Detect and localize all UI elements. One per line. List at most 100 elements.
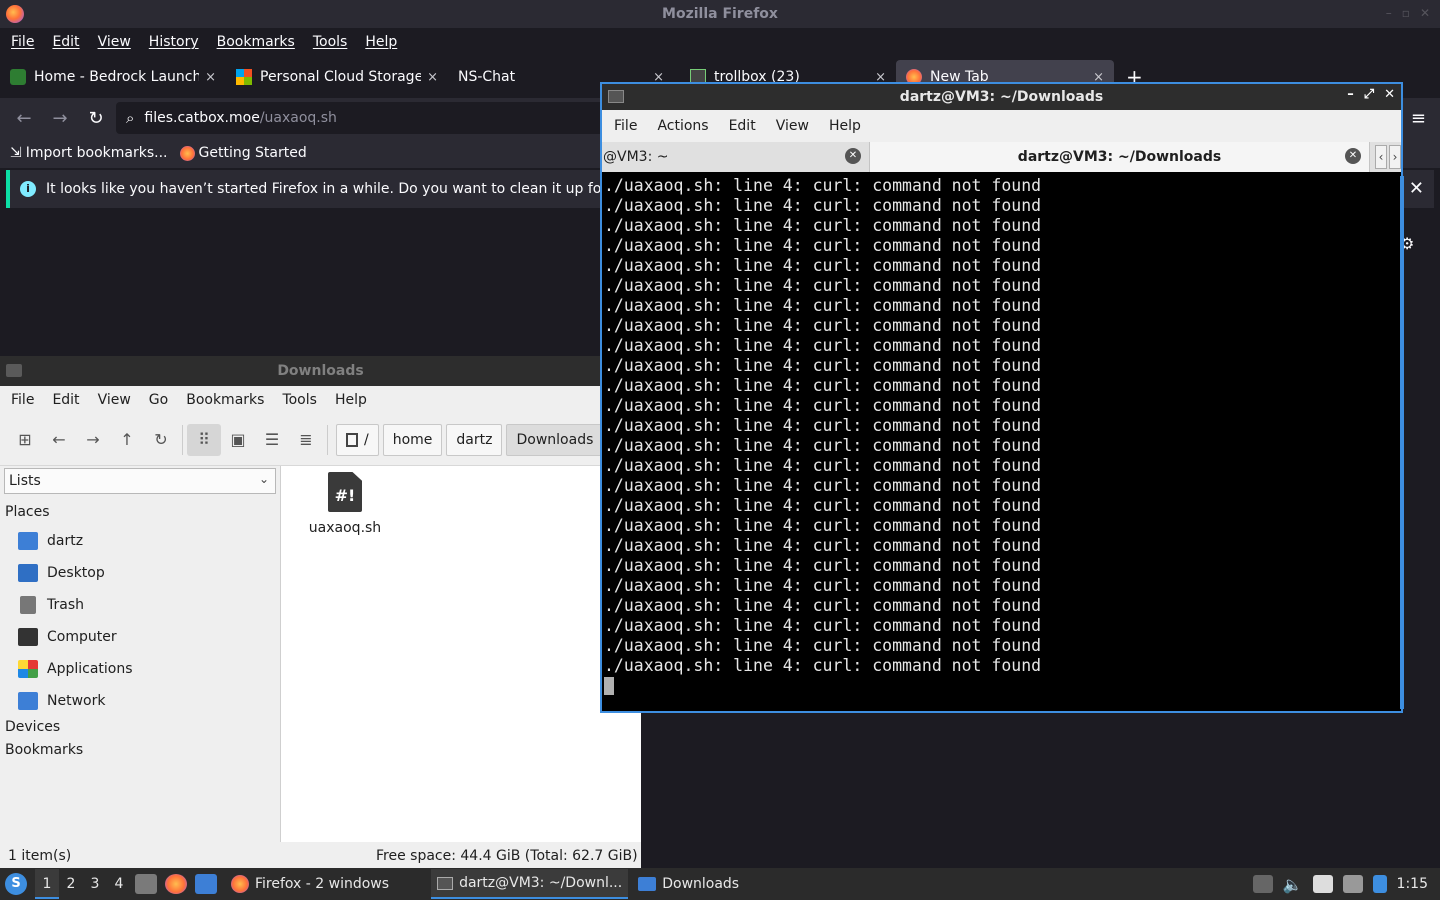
place-dartz[interactable]: dartz bbox=[18, 529, 83, 553]
window-title: dartz@VM3: ~/Downloads bbox=[899, 89, 1104, 105]
forward-icon[interactable]: → bbox=[76, 424, 110, 456]
menu-file[interactable]: File bbox=[2, 392, 43, 408]
file-view[interactable]: #! uaxaoq.sh bbox=[280, 466, 641, 842]
file-manager-launcher-icon[interactable] bbox=[135, 874, 157, 894]
minimize-icon[interactable]: – bbox=[1386, 6, 1392, 20]
clock[interactable]: 1:15 bbox=[1397, 876, 1428, 892]
menu-edit[interactable]: Edit bbox=[43, 34, 88, 50]
menu-actions[interactable]: Actions bbox=[647, 118, 718, 134]
menu-view[interactable]: View bbox=[89, 34, 140, 50]
system-tray: 🔈 1:15 bbox=[1252, 868, 1440, 900]
task-firefox[interactable]: Firefox - 2 windows bbox=[225, 869, 395, 899]
volume-icon[interactable]: 🔈 bbox=[1283, 875, 1303, 894]
menu-help[interactable]: Help bbox=[819, 118, 871, 134]
breadcrumb-home[interactable]: home bbox=[382, 423, 443, 456]
scroll-right-icon[interactable]: › bbox=[1389, 145, 1401, 169]
url-bar[interactable]: ⌕ files.catbox.moe/uaxaoq.sh bbox=[116, 102, 616, 134]
folder-icon bbox=[6, 364, 22, 377]
workspace-3[interactable]: 3 bbox=[83, 869, 107, 899]
menu-edit[interactable]: Edit bbox=[43, 392, 88, 408]
reload-icon[interactable]: ↻ bbox=[78, 108, 114, 129]
clipboard-icon[interactable] bbox=[1312, 875, 1333, 893]
file-item[interactable]: #! uaxaoq.sh bbox=[303, 472, 387, 536]
terminal-tab-downloads[interactable]: dartz@VM3: ~/Downloads ✕ bbox=[870, 142, 1370, 172]
maximize-icon[interactable]: ⤢ bbox=[1364, 87, 1374, 102]
bookmark-import[interactable]: ⇲ Import bookmarks... bbox=[10, 145, 168, 161]
tab-cloud-storage[interactable]: Personal Cloud Storage × bbox=[226, 60, 448, 94]
devices-heading[interactable]: Devices bbox=[5, 719, 60, 735]
menu-file[interactable]: File bbox=[604, 118, 647, 134]
menu-view[interactable]: View bbox=[766, 118, 819, 134]
terminal-icon bbox=[437, 876, 454, 890]
hamburger-menu-icon[interactable]: ≡ bbox=[1411, 108, 1426, 129]
breadcrumb-dartz[interactable]: dartz bbox=[446, 423, 503, 456]
scroll-left-icon[interactable]: ‹ bbox=[1375, 145, 1387, 169]
tab-bedrock[interactable]: Home - Bedrock Launche × bbox=[0, 60, 226, 94]
minimize-icon[interactable]: – bbox=[1347, 87, 1354, 102]
tab-close-icon[interactable]: ✕ bbox=[845, 148, 861, 164]
menu-history[interactable]: History bbox=[140, 34, 208, 50]
menu-help[interactable]: Help bbox=[356, 34, 406, 50]
menu-bookmarks[interactable]: Bookmarks bbox=[177, 392, 273, 408]
task-terminal[interactable]: dartz@VM3: ~/Downl... bbox=[431, 869, 629, 899]
tab-close-icon[interactable]: × bbox=[205, 70, 216, 85]
side-pane-mode-select[interactable]: Lists ⌄ bbox=[4, 468, 276, 494]
detailed-list-icon[interactable]: ≣ bbox=[289, 424, 323, 456]
terminal-output[interactable]: ./uaxaoq.sh: line 4: curl: command not f… bbox=[604, 176, 1401, 709]
update-icon[interactable] bbox=[1252, 875, 1273, 893]
task-downloads[interactable]: Downloads bbox=[632, 869, 745, 899]
breadcrumb-downloads[interactable]: Downloads bbox=[506, 423, 604, 456]
place-applications[interactable]: Applications bbox=[18, 657, 133, 681]
tab-label: Home - Bedrock Launche bbox=[34, 69, 200, 85]
place-network[interactable]: Network bbox=[18, 689, 105, 713]
menu-tools[interactable]: Tools bbox=[273, 392, 326, 408]
firefox-launcher-icon[interactable] bbox=[165, 874, 187, 894]
terminal-scrollbar[interactable] bbox=[1400, 176, 1404, 709]
tab-close-icon[interactable]: × bbox=[427, 70, 438, 85]
breadcrumb-root[interactable]: / bbox=[336, 423, 379, 456]
maximize-icon[interactable]: ▫ bbox=[1402, 6, 1410, 20]
workspace-4[interactable]: 4 bbox=[107, 869, 131, 899]
terminal-menubar: File Actions Edit View Help bbox=[602, 110, 1401, 142]
workspace-2[interactable]: 2 bbox=[59, 869, 83, 899]
network-icon[interactable] bbox=[1342, 875, 1363, 893]
close-icon[interactable]: ✕ bbox=[1384, 87, 1395, 102]
bookmark-getting-started[interactable]: Getting Started bbox=[179, 145, 307, 161]
place-desktop[interactable]: Desktop bbox=[18, 561, 105, 585]
compact-view-icon[interactable]: ☰ bbox=[255, 424, 289, 456]
close-icon[interactable]: ✕ bbox=[1420, 6, 1430, 20]
icon-view-icon[interactable]: ⠿ bbox=[187, 423, 221, 456]
menu-bookmarks[interactable]: Bookmarks bbox=[208, 34, 304, 50]
file-manager-toolbar: ⊞ ← → ↑ ↻ ⠿ ▣ ☰ ≣ / home dartz Downloads bbox=[0, 414, 641, 466]
thumbnail-view-icon[interactable]: ▣ bbox=[221, 424, 255, 456]
place-trash[interactable]: Trash bbox=[18, 593, 84, 617]
menu-file[interactable]: File bbox=[2, 34, 43, 50]
back-icon[interactable]: ← bbox=[6, 108, 42, 129]
places-heading[interactable]: Places bbox=[5, 504, 50, 520]
menu-help[interactable]: Help bbox=[326, 392, 376, 408]
notification-icon[interactable] bbox=[1372, 875, 1387, 893]
menu-go[interactable]: Go bbox=[140, 392, 177, 408]
bookmarks-heading[interactable]: Bookmarks bbox=[5, 742, 83, 758]
menu-edit[interactable]: Edit bbox=[719, 118, 766, 134]
window-title: Downloads bbox=[277, 363, 364, 379]
tab-close-icon[interactable]: ✕ bbox=[1345, 148, 1361, 164]
terminal-tab-home[interactable]: @VM3: ~ ✕ bbox=[602, 142, 870, 172]
reload-icon[interactable]: ↻ bbox=[144, 424, 178, 456]
notice-close-icon[interactable]: ✕ bbox=[1409, 178, 1424, 199]
place-computer[interactable]: Computer bbox=[18, 625, 117, 649]
place-label: Network bbox=[47, 693, 106, 709]
network-folder-icon bbox=[18, 692, 38, 710]
up-icon[interactable]: ↑ bbox=[110, 424, 144, 456]
workspace-1[interactable]: 1 bbox=[35, 869, 59, 899]
back-icon[interactable]: ← bbox=[42, 424, 76, 456]
firefox-favicon-icon bbox=[179, 145, 195, 161]
menu-view[interactable]: View bbox=[89, 392, 140, 408]
menu-tools[interactable]: Tools bbox=[304, 34, 357, 50]
terminal-line: ./uaxaoq.sh: line 4: curl: command not f… bbox=[604, 276, 1042, 295]
forward-icon[interactable]: → bbox=[42, 108, 78, 129]
start-menu-icon[interactable]: S bbox=[5, 873, 27, 895]
new-tab-icon[interactable]: ⊞ bbox=[8, 424, 42, 456]
terminal-line: ./uaxaoq.sh: line 4: curl: command not f… bbox=[604, 396, 1042, 415]
show-desktop-icon[interactable] bbox=[195, 874, 217, 894]
